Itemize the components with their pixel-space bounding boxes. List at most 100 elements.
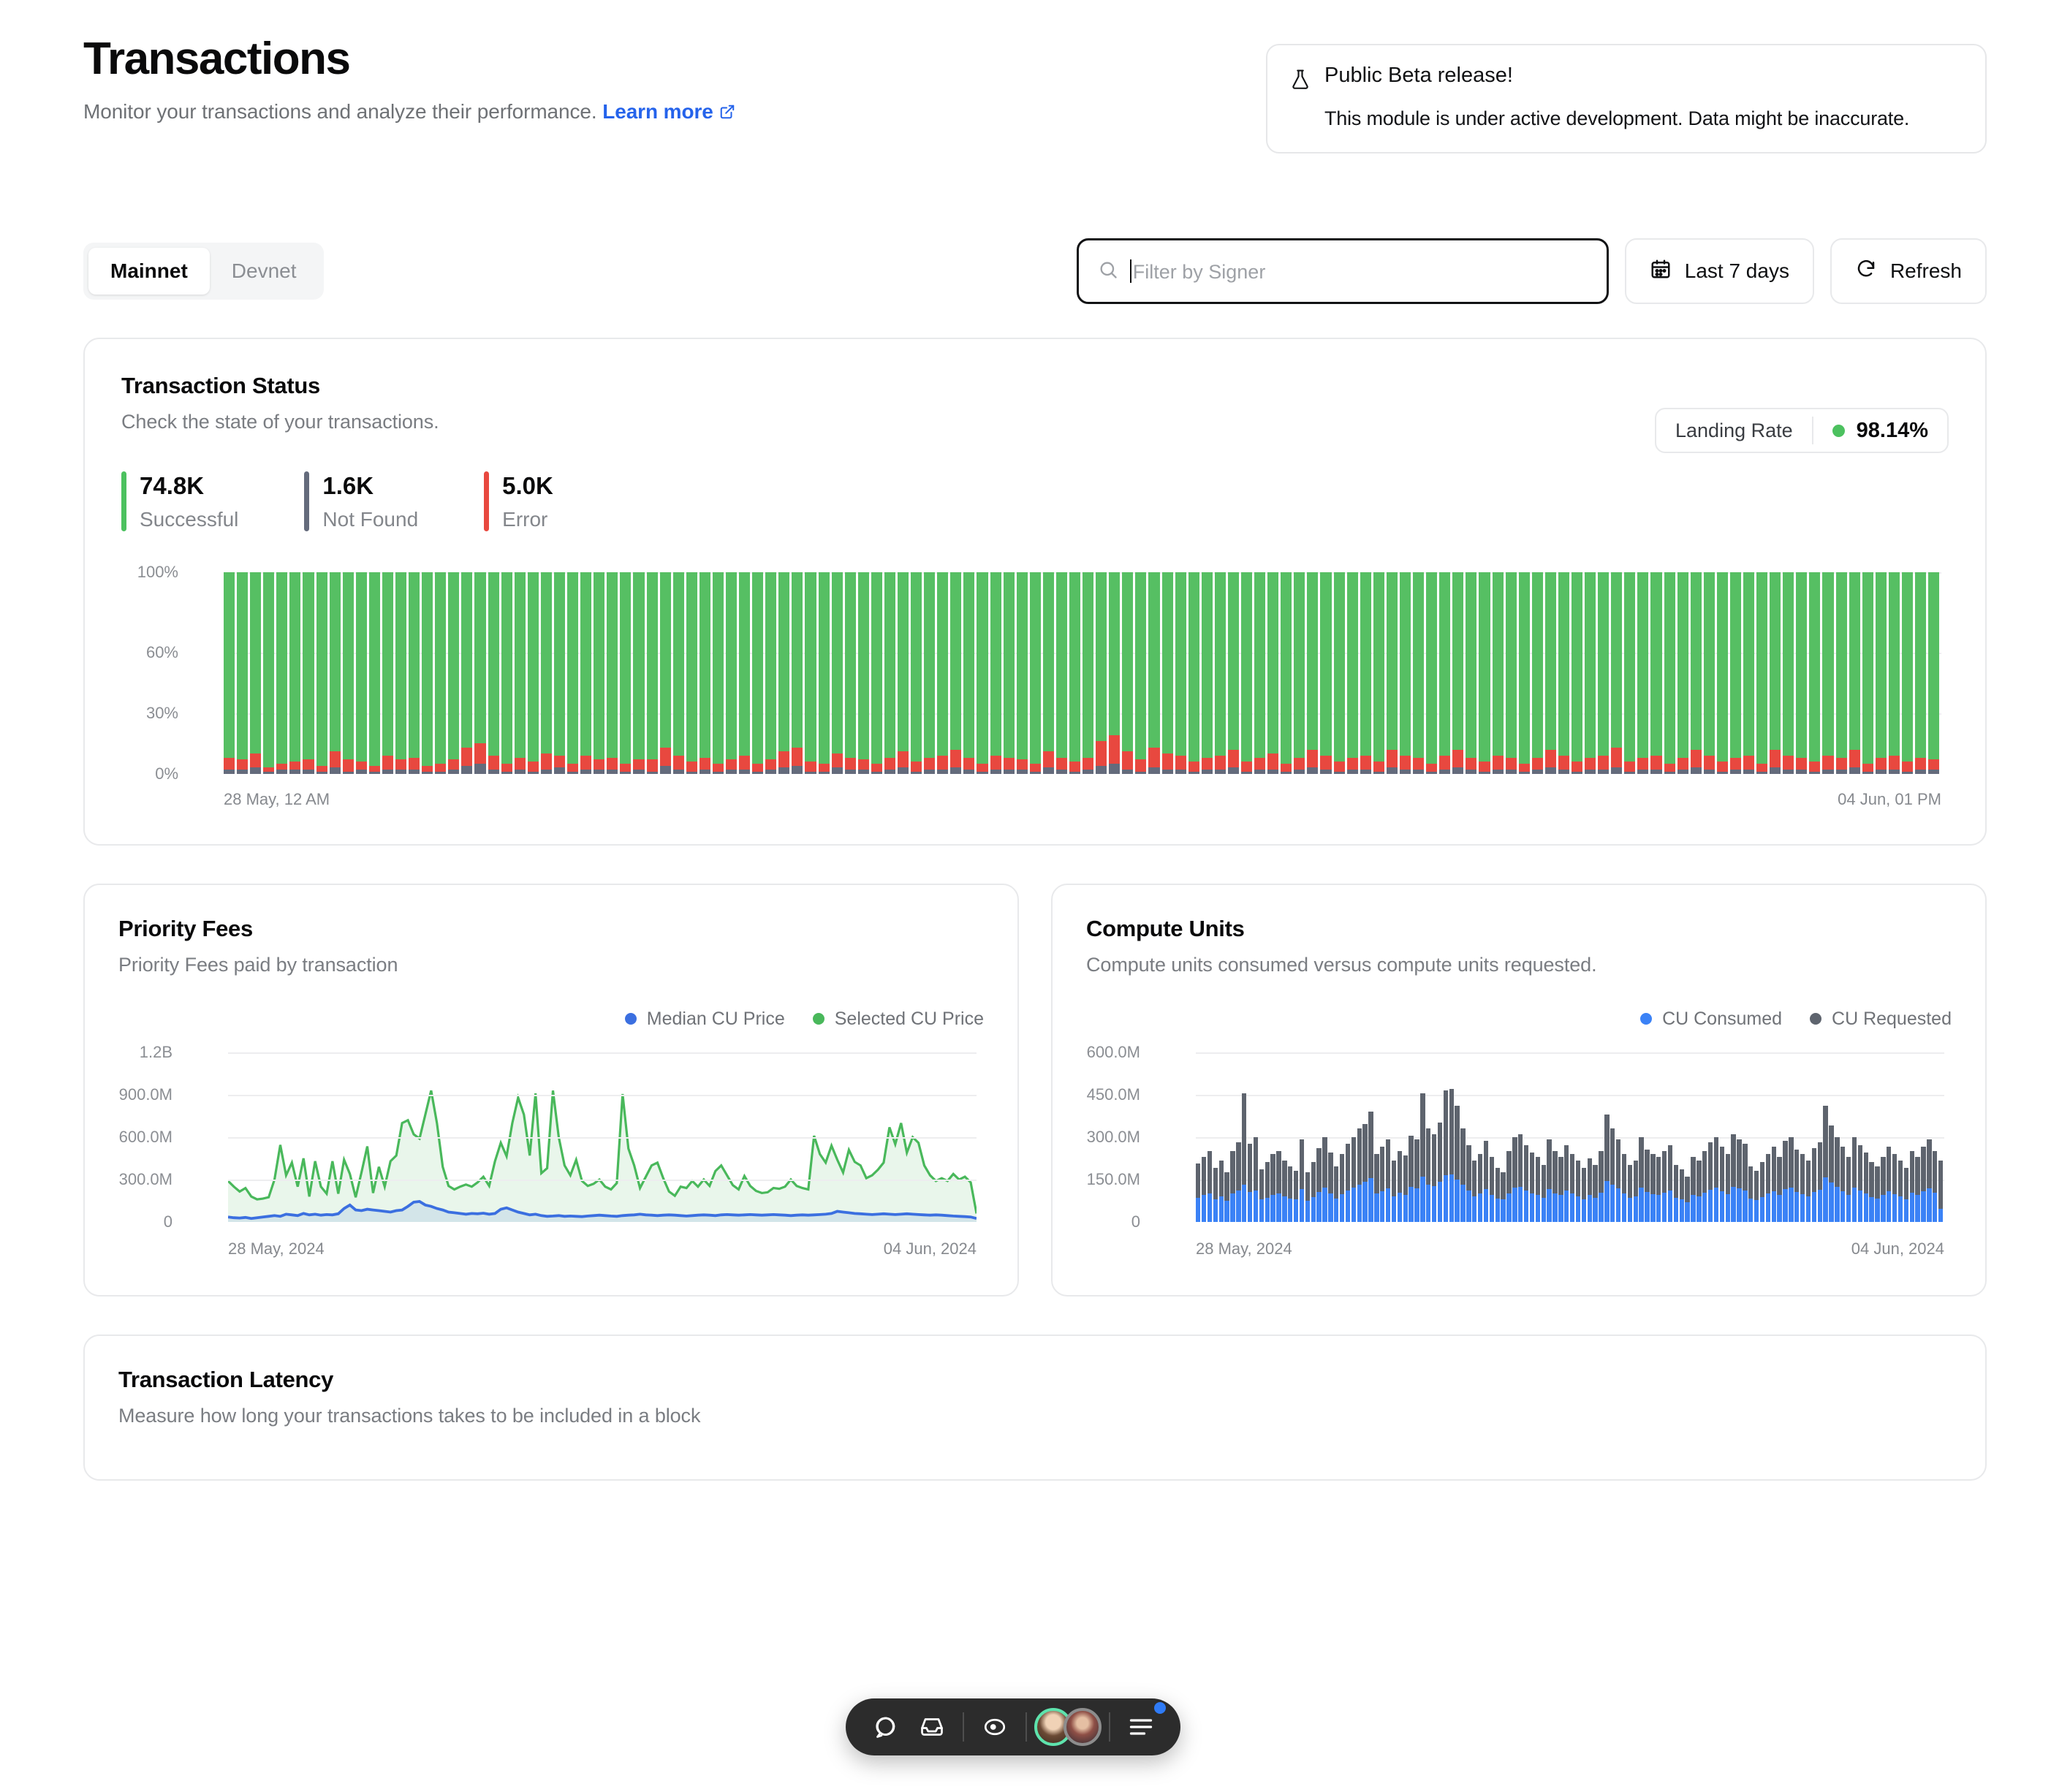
- stacked-bar[interactable]: [1333, 572, 1345, 774]
- stacked-bar[interactable]: [646, 572, 658, 774]
- bar[interactable]: [1650, 1052, 1656, 1222]
- stacked-bar[interactable]: [1148, 572, 1160, 774]
- stacked-bar[interactable]: [1055, 572, 1067, 774]
- stacked-bar[interactable]: [1399, 572, 1411, 774]
- bar[interactable]: [1541, 1052, 1546, 1222]
- stacked-bar[interactable]: [580, 572, 592, 774]
- bar[interactable]: [1472, 1052, 1477, 1222]
- stacked-bar[interactable]: [435, 572, 447, 774]
- bar[interactable]: [1311, 1052, 1316, 1222]
- stacked-bar[interactable]: [950, 572, 962, 774]
- stacked-bar[interactable]: [488, 572, 499, 774]
- bar[interactable]: [1938, 1052, 1944, 1222]
- bar[interactable]: [1569, 1052, 1575, 1222]
- bar[interactable]: [1927, 1052, 1932, 1222]
- learn-more-link[interactable]: Learn more: [602, 100, 735, 123]
- stacked-bar[interactable]: [1849, 572, 1860, 774]
- stacked-bar[interactable]: [1069, 572, 1081, 774]
- bar[interactable]: [1909, 1052, 1914, 1222]
- tab-devnet[interactable]: Devnet: [210, 248, 319, 295]
- bar[interactable]: [1667, 1052, 1673, 1222]
- stacked-bar[interactable]: [1544, 572, 1556, 774]
- bar[interactable]: [1426, 1052, 1431, 1222]
- stacked-bar[interactable]: [659, 572, 671, 774]
- stacked-bar[interactable]: [977, 572, 988, 774]
- bar[interactable]: [1506, 1052, 1512, 1222]
- bar[interactable]: [1615, 1052, 1621, 1222]
- stacked-bar[interactable]: [316, 572, 327, 774]
- stacked-bar[interactable]: [329, 572, 341, 774]
- stacked-bar[interactable]: [1175, 572, 1186, 774]
- stacked-bar[interactable]: [818, 572, 830, 774]
- stacked-bar[interactable]: [1135, 572, 1147, 774]
- bar[interactable]: [1759, 1052, 1765, 1222]
- bar[interactable]: [1518, 1052, 1523, 1222]
- bar[interactable]: [1817, 1052, 1822, 1222]
- bar[interactable]: [1414, 1052, 1419, 1222]
- stacked-bar[interactable]: [792, 572, 803, 774]
- stacked-bar[interactable]: [1809, 572, 1821, 774]
- stacked-bar[interactable]: [1452, 572, 1464, 774]
- stacked-bar[interactable]: [1505, 572, 1517, 774]
- priority-fees-chart[interactable]: Median CU Price Selected CU Price 1.2B 90…: [118, 1009, 984, 1266]
- stacked-bar[interactable]: [461, 572, 473, 774]
- stacked-bar[interactable]: [303, 572, 314, 774]
- stacked-bar[interactable]: [725, 572, 738, 774]
- stacked-bar[interactable]: [937, 572, 949, 774]
- stacked-bar[interactable]: [474, 572, 486, 774]
- bar[interactable]: [1213, 1052, 1218, 1222]
- bar[interactable]: [1702, 1052, 1707, 1222]
- legend-item-median-cu-price[interactable]: Median CU Price: [624, 1009, 785, 1030]
- bar[interactable]: [1276, 1052, 1281, 1222]
- bar[interactable]: [1385, 1052, 1391, 1222]
- bar[interactable]: [1466, 1052, 1471, 1222]
- stacked-bar[interactable]: [1439, 572, 1451, 774]
- stacked-bar[interactable]: [831, 572, 843, 774]
- stacked-bar[interactable]: [224, 572, 235, 774]
- bar[interactable]: [1357, 1052, 1362, 1222]
- stacked-bar[interactable]: [1426, 572, 1438, 774]
- bar[interactable]: [1881, 1052, 1886, 1222]
- stacked-bar[interactable]: [1360, 572, 1371, 774]
- bar[interactable]: [1875, 1052, 1880, 1222]
- stacked-bar[interactable]: [857, 572, 869, 774]
- stacked-bar[interactable]: [1109, 572, 1121, 774]
- stacked-bar[interactable]: [1835, 572, 1847, 774]
- bar[interactable]: [1455, 1052, 1460, 1222]
- comment-icon[interactable]: [862, 1704, 909, 1750]
- stacked-bar[interactable]: [1624, 572, 1636, 774]
- bar[interactable]: [1374, 1052, 1379, 1222]
- bar[interactable]: [1345, 1052, 1351, 1222]
- bar[interactable]: [1707, 1052, 1713, 1222]
- bar[interactable]: [1368, 1052, 1373, 1222]
- bar[interactable]: [1869, 1052, 1874, 1222]
- bar[interactable]: [1621, 1052, 1627, 1222]
- stacked-bar[interactable]: [897, 572, 909, 774]
- bar[interactable]: [1253, 1052, 1259, 1222]
- avatar-group[interactable]: [1034, 1704, 1102, 1750]
- bar[interactable]: [1236, 1052, 1241, 1222]
- bar[interactable]: [1409, 1052, 1414, 1222]
- bar[interactable]: [1846, 1052, 1851, 1222]
- bar[interactable]: [1334, 1052, 1339, 1222]
- stacked-bar[interactable]: [1703, 572, 1715, 774]
- stacked-bar[interactable]: [1915, 572, 1927, 774]
- stacked-bar[interactable]: [1518, 572, 1530, 774]
- bar[interactable]: [1765, 1052, 1771, 1222]
- stacked-bar[interactable]: [527, 572, 539, 774]
- legend-item-selected-cu-price[interactable]: Selected CU Price: [812, 1009, 984, 1030]
- bar[interactable]: [1547, 1052, 1552, 1222]
- bar[interactable]: [1247, 1052, 1253, 1222]
- stacked-bar[interactable]: [752, 572, 764, 774]
- stacked-bar[interactable]: [1783, 572, 1794, 774]
- stacked-bar[interactable]: [1492, 572, 1504, 774]
- bar[interactable]: [1420, 1052, 1425, 1222]
- bar[interactable]: [1696, 1052, 1702, 1222]
- stacked-bar[interactable]: [1928, 572, 1940, 774]
- stacked-bar[interactable]: [1875, 572, 1887, 774]
- stacked-bar[interactable]: [1254, 572, 1266, 774]
- bar[interactable]: [1823, 1052, 1828, 1222]
- bar[interactable]: [1685, 1052, 1690, 1222]
- bar[interactable]: [1512, 1052, 1517, 1222]
- stacked-bar[interactable]: [368, 572, 380, 774]
